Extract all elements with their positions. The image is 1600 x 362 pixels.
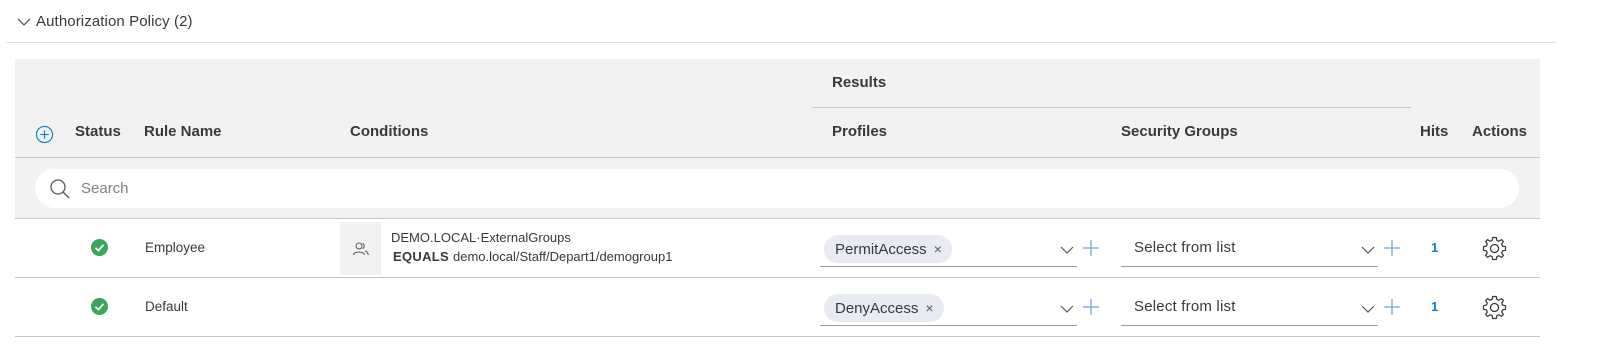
- search-icon: [50, 178, 70, 198]
- check-circle-icon[interactable]: [91, 298, 108, 315]
- section-title: Authorization Policy (2): [36, 12, 193, 30]
- rule-name-header[interactable]: Rule Name: [144, 123, 222, 140]
- remove-chip-icon[interactable]: ×: [934, 241, 942, 257]
- check-circle-icon[interactable]: [91, 239, 108, 256]
- remove-chip-icon[interactable]: ×: [925, 300, 933, 316]
- plus-icon[interactable]: [1383, 239, 1401, 257]
- security-groups-select[interactable]: Select from list: [1121, 233, 1400, 267]
- profile-chip: DenyAccess ×: [824, 294, 944, 322]
- search-band: [15, 158, 1540, 219]
- profile-chip-label: PermitAccess: [835, 240, 927, 258]
- table-row: Employee DEMO.LOCAL·ExternalGroups EQUAL…: [15, 219, 1540, 278]
- chevron-down-icon[interactable]: [1361, 304, 1375, 314]
- search-input[interactable]: [81, 180, 1381, 197]
- search-box[interactable]: [35, 169, 1519, 208]
- chevron-down-icon[interactable]: [1060, 304, 1074, 314]
- condition-operator: EQUALS: [393, 249, 449, 264]
- results-divider: [812, 107, 1411, 108]
- gear-icon[interactable]: [1481, 294, 1508, 321]
- conditions-header[interactable]: Conditions: [350, 123, 428, 140]
- condition-attribute: DEMO.LOCAL·ExternalGroups: [391, 230, 571, 245]
- section-header[interactable]: Authorization Policy (2): [6, 0, 1556, 43]
- hits-count[interactable]: 1: [1431, 240, 1438, 255]
- status-header[interactable]: Status: [75, 123, 121, 140]
- user-group-icon: [352, 242, 369, 255]
- chevron-down-icon[interactable]: [16, 14, 32, 30]
- condition-value: demo.local/Staff/Depart1/demogroup1: [452, 249, 673, 264]
- plus-icon[interactable]: [1082, 239, 1100, 257]
- gear-icon[interactable]: [1481, 235, 1508, 262]
- chevron-down-icon[interactable]: [1361, 245, 1375, 255]
- profiles-select[interactable]: DenyAccess ×: [820, 292, 1099, 326]
- profiles-select[interactable]: PermitAccess ×: [820, 233, 1099, 267]
- profile-chip: PermitAccess ×: [824, 235, 952, 263]
- table-row: Default DenyAccess × Select from list 1: [15, 278, 1540, 337]
- plus-icon[interactable]: [1383, 298, 1401, 316]
- results-header: Results: [832, 74, 887, 91]
- security-groups-header[interactable]: Security Groups: [1121, 123, 1238, 140]
- rule-name[interactable]: Default: [145, 299, 188, 314]
- profiles-header[interactable]: Profiles: [832, 123, 887, 140]
- security-group-placeholder: Select from list: [1134, 298, 1236, 315]
- profile-chip-label: DenyAccess: [835, 299, 919, 317]
- security-group-placeholder: Select from list: [1134, 239, 1236, 256]
- chevron-down-icon[interactable]: [1060, 245, 1074, 255]
- hits-header[interactable]: Hits: [1420, 123, 1448, 140]
- hits-count[interactable]: 1: [1431, 299, 1438, 314]
- condition-cell[interactable]: DEMO.LOCAL·ExternalGroups EQUALS demo.loc…: [340, 219, 812, 278]
- plus-circle-icon[interactable]: [35, 125, 54, 144]
- security-groups-select[interactable]: Select from list: [1121, 292, 1400, 326]
- actions-header: Actions: [1472, 123, 1528, 140]
- table-header: Results Status Rule Name Conditions Prof…: [15, 59, 1540, 158]
- plus-icon[interactable]: [1082, 298, 1100, 316]
- rule-name[interactable]: Employee: [145, 240, 205, 255]
- condition-icon-box: [340, 222, 381, 275]
- condition-expression: EQUALS demo.local/Staff/Depart1/demogroup…: [393, 249, 672, 264]
